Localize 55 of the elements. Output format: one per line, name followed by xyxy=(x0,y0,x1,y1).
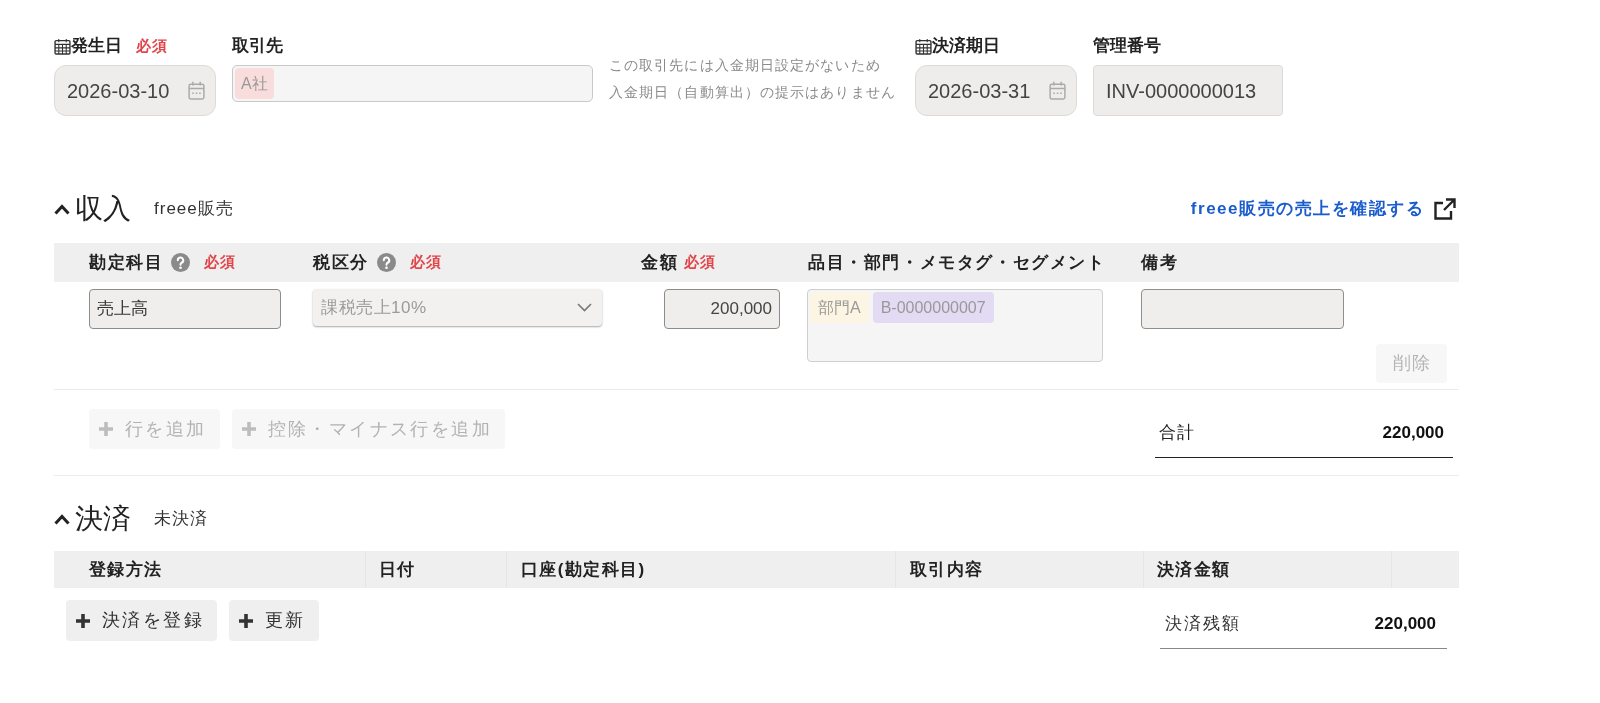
account-field[interactable]: 売上高 xyxy=(89,289,281,329)
section-title: 収入 xyxy=(75,195,131,223)
tags-field[interactable]: 部門A B-0000000007 xyxy=(807,289,1103,362)
column-header: 税区分 xyxy=(313,251,369,274)
field-label: 取引先 xyxy=(232,35,283,58)
section-subtitle: freee販売 xyxy=(154,198,234,221)
required-label: 必須 xyxy=(409,252,442,273)
tag[interactable]: B-0000000007 xyxy=(872,292,994,323)
section-subtitle: 未決済 xyxy=(154,508,208,531)
column-header: 金額 xyxy=(641,251,679,274)
calendar-icon[interactable] xyxy=(1049,81,1066,100)
date-field[interactable]: 2026-03-10 xyxy=(54,65,216,116)
plus-icon xyxy=(99,422,113,436)
column-header: 日付 xyxy=(379,558,416,581)
tag[interactable]: 部門A xyxy=(810,292,869,323)
partner-field[interactable]: A社 xyxy=(232,65,593,102)
text-field[interactable]: INV-0000000013 xyxy=(1093,65,1283,116)
column-header: 備考 xyxy=(1141,251,1179,274)
balance-value: 220,000 xyxy=(1374,613,1436,636)
field-label: 決済期日 xyxy=(932,35,1000,58)
column-header: 勘定科目 xyxy=(89,251,164,274)
column-header: 取引内容 xyxy=(910,558,984,581)
partner-tag[interactable]: A社 xyxy=(235,68,274,99)
required-label: 必須 xyxy=(136,35,168,56)
chevron-up-icon[interactable] xyxy=(54,513,70,525)
section-title: 決済 xyxy=(75,505,131,533)
plus-icon xyxy=(241,422,256,436)
calendar-icon[interactable] xyxy=(188,81,205,100)
calendar-icon xyxy=(915,37,932,55)
field-label: 管理番号 xyxy=(1093,35,1161,58)
balance-label: 決済残額 xyxy=(1165,613,1241,636)
total-value: 220,000 xyxy=(1382,422,1444,445)
calendar-icon xyxy=(54,37,71,55)
help-icon[interactable] xyxy=(171,253,191,272)
amount-field[interactable]: 200,000 xyxy=(664,289,780,329)
hint-text: この取引先には入金期日設定がないため 入金期日（自動算出）の提示はありません xyxy=(609,56,897,102)
memo-field[interactable] xyxy=(1141,289,1344,329)
required-label: 必須 xyxy=(684,252,717,273)
required-label: 必須 xyxy=(204,252,237,273)
plus-icon xyxy=(239,613,253,628)
chevron-up-icon[interactable] xyxy=(54,203,70,215)
total-label: 合計 xyxy=(1159,422,1195,445)
caret-down-icon xyxy=(577,303,592,312)
help-icon[interactable] xyxy=(376,253,396,272)
date-field[interactable]: 2026-03-31 xyxy=(915,65,1077,116)
column-header: 品目・部門・メモタグ・セグメント xyxy=(808,251,1106,274)
plus-icon xyxy=(76,613,90,628)
column-header: 口座(勘定科目) xyxy=(521,558,646,581)
add-button[interactable]: 更新 xyxy=(229,600,319,641)
field-label: 発生日 xyxy=(71,35,122,58)
sales-link[interactable]: freee販売の売上を確認する xyxy=(1190,196,1456,222)
external-link-icon xyxy=(1434,198,1456,220)
column-header: 決済金額 xyxy=(1157,558,1231,581)
column-header: 登録方法 xyxy=(89,558,163,581)
add-button[interactable]: 決済を登録 xyxy=(66,600,217,641)
